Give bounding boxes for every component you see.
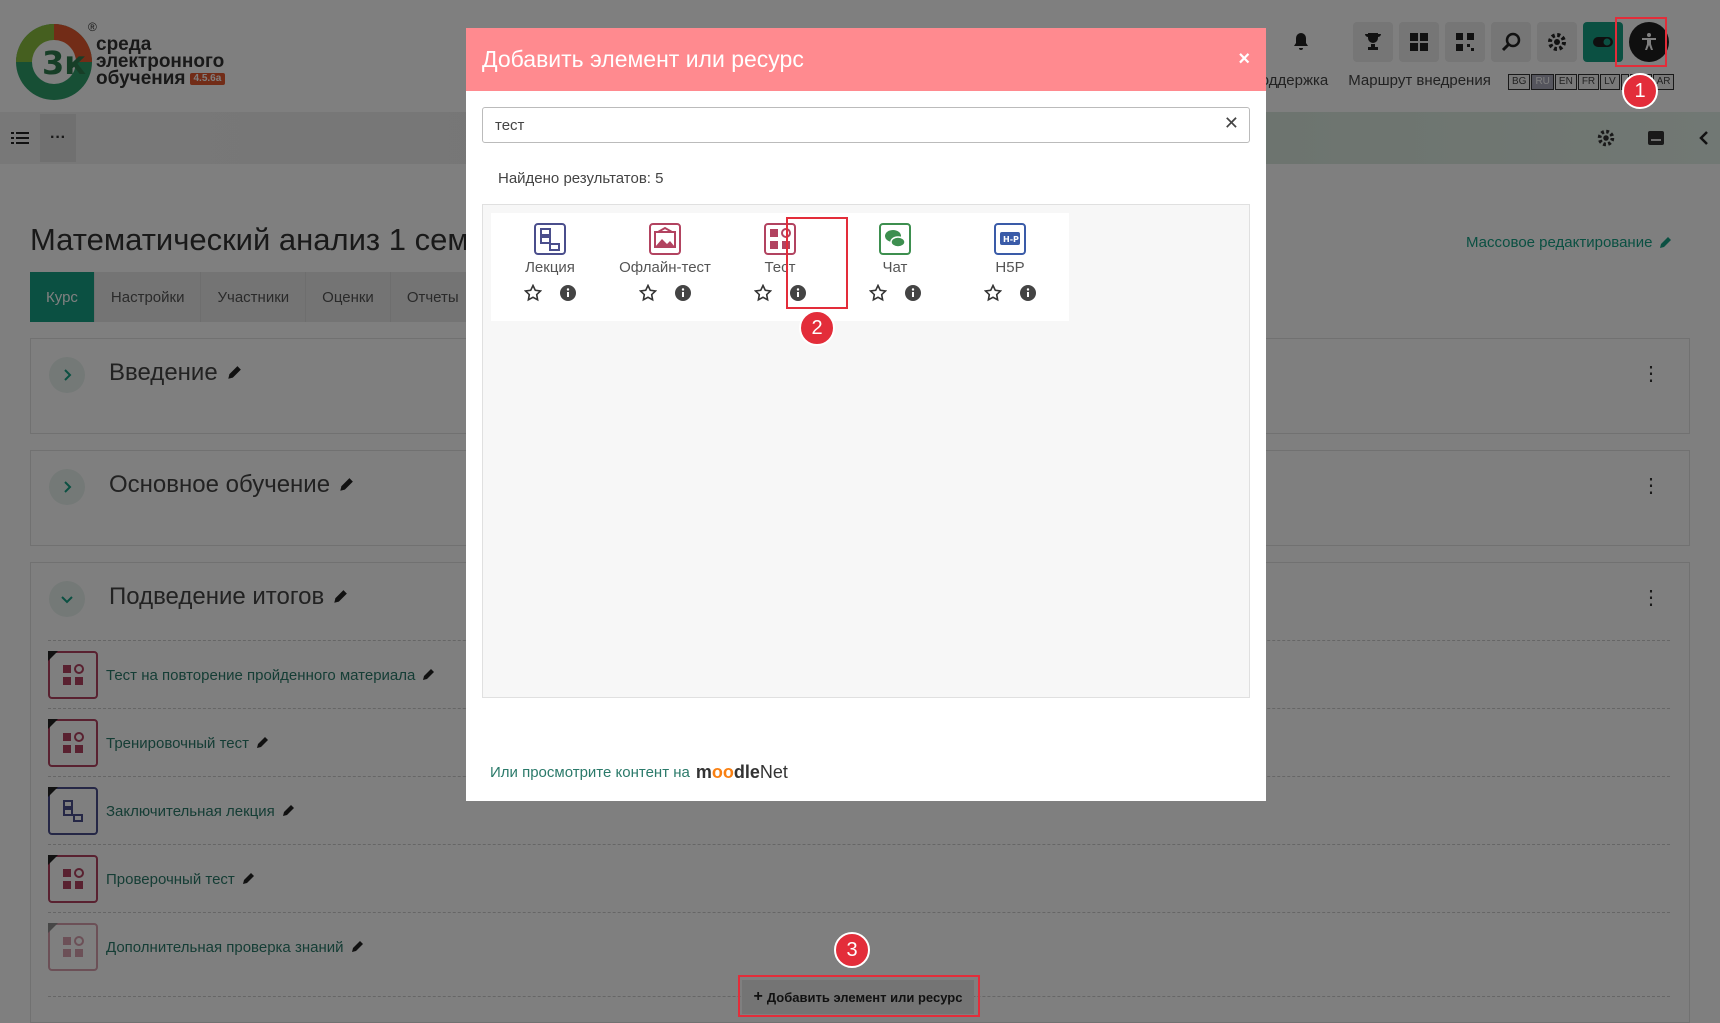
activity-card-name: H5P <box>995 259 1025 276</box>
card-actions <box>639 284 691 302</box>
info-icon[interactable] <box>560 285 576 301</box>
step-badge-1: 1 <box>1622 73 1658 109</box>
modal-header: Добавить элемент или ресурс × <box>466 28 1266 91</box>
card-actions <box>984 284 1036 302</box>
info-icon[interactable] <box>675 285 691 301</box>
highlight-edit-toggle <box>1615 17 1667 67</box>
activity-card-name: Чат <box>882 259 908 276</box>
info-icon[interactable] <box>905 285 921 301</box>
highlight-quiz-card <box>786 217 848 309</box>
moodlenet-text: Или просмотрите контент на <box>490 764 690 781</box>
star-icon[interactable] <box>524 284 542 302</box>
activity-chooser-modal: Добавить элемент или ресурс × тест ✕ Най… <box>466 28 1266 801</box>
modal-title: Добавить элемент или ресурс <box>482 46 804 72</box>
chat-icon <box>879 223 911 255</box>
star-icon[interactable] <box>869 284 887 302</box>
h5p-icon: H-P <box>994 223 1026 255</box>
activity-card-name: Лекция <box>525 259 575 276</box>
moodlenet-logo-dle: dle <box>733 762 760 782</box>
card-actions <box>524 284 576 302</box>
svg-text:H-P: H-P <box>1003 235 1019 244</box>
offline-quiz-icon <box>649 223 681 255</box>
moodlenet-logo-net: Net <box>759 762 788 782</box>
star-icon[interactable] <box>984 284 1002 302</box>
page: 3к ® среда электронного обучения4.5.6a <box>0 0 1720 1023</box>
step-badge-3: 3 <box>834 932 870 968</box>
star-icon[interactable] <box>639 284 657 302</box>
search-input-value: тест <box>495 116 525 134</box>
moodlenet-logo-oo: oo <box>711 762 734 782</box>
activity-card-h5p[interactable]: H-P H5P <box>951 213 1069 321</box>
activity-card-offline-quiz[interactable]: Офлайн-тест <box>606 213 724 321</box>
activity-card-name: Офлайн-тест <box>619 259 711 276</box>
results-count: Найдено результатов: 5 <box>498 170 664 187</box>
activity-card-chat[interactable]: Чат <box>836 213 954 321</box>
highlight-add-activity <box>738 975 980 1017</box>
moodlenet-logo-m: m <box>695 762 712 782</box>
search-input[interactable]: тест ✕ <box>482 107 1250 143</box>
results-grid: Лекция Офлайн-тест Тест Чат H-P H5P 2 <box>482 204 1250 698</box>
step-badge-2: 2 <box>799 310 835 346</box>
activity-card-lesson[interactable]: Лекция <box>491 213 609 321</box>
lesson-icon <box>534 223 566 255</box>
clear-search-icon[interactable]: ✕ <box>1224 113 1239 134</box>
info-icon[interactable] <box>1020 285 1036 301</box>
card-actions <box>869 284 921 302</box>
star-icon[interactable] <box>754 284 772 302</box>
close-icon[interactable]: × <box>1238 48 1250 71</box>
moodlenet-link[interactable]: Или просмотрите контент на moodleNet <box>490 762 788 783</box>
moodlenet-logo: moodleNet <box>696 762 788 783</box>
